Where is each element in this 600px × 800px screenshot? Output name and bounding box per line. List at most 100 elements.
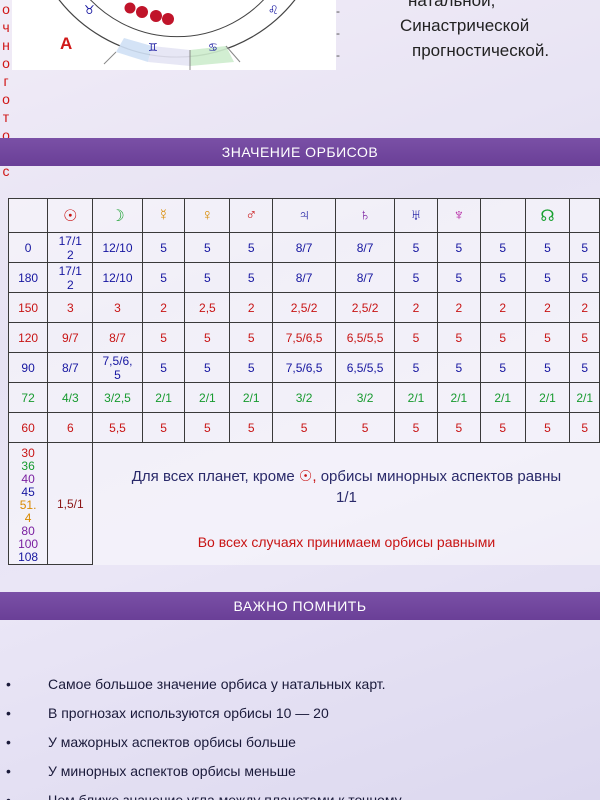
vertical-letter: о [2,91,10,107]
svg-text:♊: ♊ [148,41,158,54]
orb-value-cell: 5 [479,352,526,383]
planet-symbol: ☊ [540,207,555,225]
planet-symbol: ☉ [63,207,78,225]
planet-header-cell [569,198,600,233]
orb-value-cell: 3/2,5 [92,382,143,413]
right-text-line: прогностической. [412,41,550,60]
orb-value-cell: 7,5/6,5 [92,352,143,383]
planet-symbol: ♆ [452,206,465,224]
planet-symbol: ♄ [359,206,372,224]
important-title-band: ВАЖНО ПОМНИТЬ [0,592,600,620]
orb-value-cell: 5 [569,322,600,353]
vertical-letter: н [2,37,10,53]
orb-value-cell: 5 [184,412,231,443]
orb-value-cell: 2 [141,292,186,323]
vertical-letter: о [2,1,10,17]
orb-value-cell: 5 [436,352,481,383]
orb-value-cell: 6 [47,412,94,443]
aspect-angle-cell: 180 [8,262,49,293]
aspect-angle-cell: 0 [8,232,49,263]
planet-header-cell: ☉ [47,198,94,233]
bullet-icon: • [6,763,11,779]
orb-value-cell: 5 [272,412,337,443]
orb-value-cell: 5 [479,262,526,293]
orb-value-cell: 5 [436,322,481,353]
table-row: 60 6 5,5 5 5 5 5 5 5 5 5 5 5 [8,412,600,443]
orb-value-cell: 2/1 [184,382,231,413]
orb-value-cell: 5 [141,232,186,263]
orb-value-cell: 5 [229,412,274,443]
orb-value-cell: 5 [569,352,600,383]
orb-value-cell: 2 [479,292,526,323]
list-item: • Чем ближе значение угла между планетами… [0,792,600,800]
orb-value-cell: 5 [335,412,396,443]
minor-note-cell: Для всех планет, кроме ☉, орбисы минорны… [92,442,600,565]
aspect-angle-cell: 72 [8,382,49,413]
important-bullet-list: • Самое большое значение орбиса у натальн… [0,676,600,800]
planet-symbol: ♃ [298,206,311,224]
bullet-text: Чем ближе значение угла между планетами … [48,792,402,800]
note-text-part: Для всех планет, кроме [131,467,299,485]
orb-value-cell: 5,5 [92,412,143,443]
planet-header-cell: ♃ [272,198,337,233]
orb-value-cell: 5 [229,322,274,353]
planet-header-cell: ☊ [524,198,571,233]
orb-value-cell: 2/1 [436,382,481,413]
table-row: 180 17/1 2 12/10 5 5 5 8/7 8/7 5 5 5 5 5 [8,262,600,293]
orb-value-cell: 9/7 [47,322,94,353]
orb-value-cell: 5 [479,322,526,353]
bullet-text: Самое большое значение орбиса у натальны… [48,676,386,692]
orb-value-cell: 8/7 [335,262,396,293]
right-text-line: натальной, [408,0,496,10]
svg-text:♌: ♌ [268,3,279,17]
minor-angle: 108 [18,550,39,564]
orb-value-cell: 7,5/6,5 [272,352,337,383]
orb-value-cell: 5 [394,322,438,353]
orb-value-cell: 5 [436,232,481,263]
minor-angles-cell: 30 36 40 45 51. 4 80 100 108 [8,442,49,565]
orb-value-cell: 5 [524,232,571,263]
orb-value-cell: 5 [524,412,571,443]
orb-value-cell: 5 [394,352,438,383]
orbs-table-container: ☉ ☽ ☿ ♀ ♂ ♃ ♄ ♅ ♆ ☊ 0 17/1 2 12/10 5 5 5 8/7 8/7 5 5 5 5 5 180 17… [8,198,600,586]
svg-text:♉: ♉ [84,3,95,17]
chart-label: A [60,34,73,53]
orb-value-cell: 5 [184,262,231,293]
orb-value-cell: 5 [184,232,231,263]
orb-value-cell: 2 [524,292,571,323]
orb-value-cell: 2/1 [229,382,274,413]
orb-value-cell: 5 [479,232,526,263]
chart-image: ♉ ♌ ♊ ♋ A [12,0,336,70]
list-item: • Самое большое значение орбиса у натальн… [0,676,600,705]
orb-value-cell: 2,5/2 [272,292,337,323]
bullet-icon: • [6,792,11,800]
orb-value-cell: 12/10 [92,262,143,293]
bullet-icon: • [6,734,11,750]
orb-value-cell: 3/2 [272,382,337,413]
orb-value-cell: 5 [569,232,600,263]
orb-value-cell: 2 [394,292,438,323]
minor-note-text: Для всех планет, кроме ☉, орбисы минорны… [93,466,599,508]
planet-header-cell: ♂ [229,198,274,233]
orb-value-cell: 8/7 [47,352,94,383]
orb-value-cell: 5 [569,262,600,293]
orb-value-cell: 5 [524,352,571,383]
bullet-icon: • [6,705,11,721]
planet-symbol: ☿ [157,206,170,224]
orb-value-cell: 5 [141,262,186,293]
orb-value-cell: 5 [524,322,571,353]
aspect-angle-cell: 90 [8,352,49,383]
vertical-letter: о [2,55,10,71]
planet-symbol: ☽ [110,207,125,225]
orb-value-cell: 2 [436,292,481,323]
orb-value-cell: 5 [394,262,438,293]
orb-value-cell: 2/1 [569,382,600,413]
planet-symbol: ♅ [410,206,422,224]
orb-value-cell: 17/1 2 [47,232,94,263]
orb-value-cell: 6,5/5,5 [335,352,396,383]
orb-value-cell: 5 [141,412,186,443]
orb-value-cell: 7,5/6,5 [272,322,337,353]
orb-value-cell: 8/7 [272,262,337,293]
orb-value-cell: 6,5/5,5 [335,322,396,353]
orb-value-cell: 17/1 2 [47,262,94,293]
